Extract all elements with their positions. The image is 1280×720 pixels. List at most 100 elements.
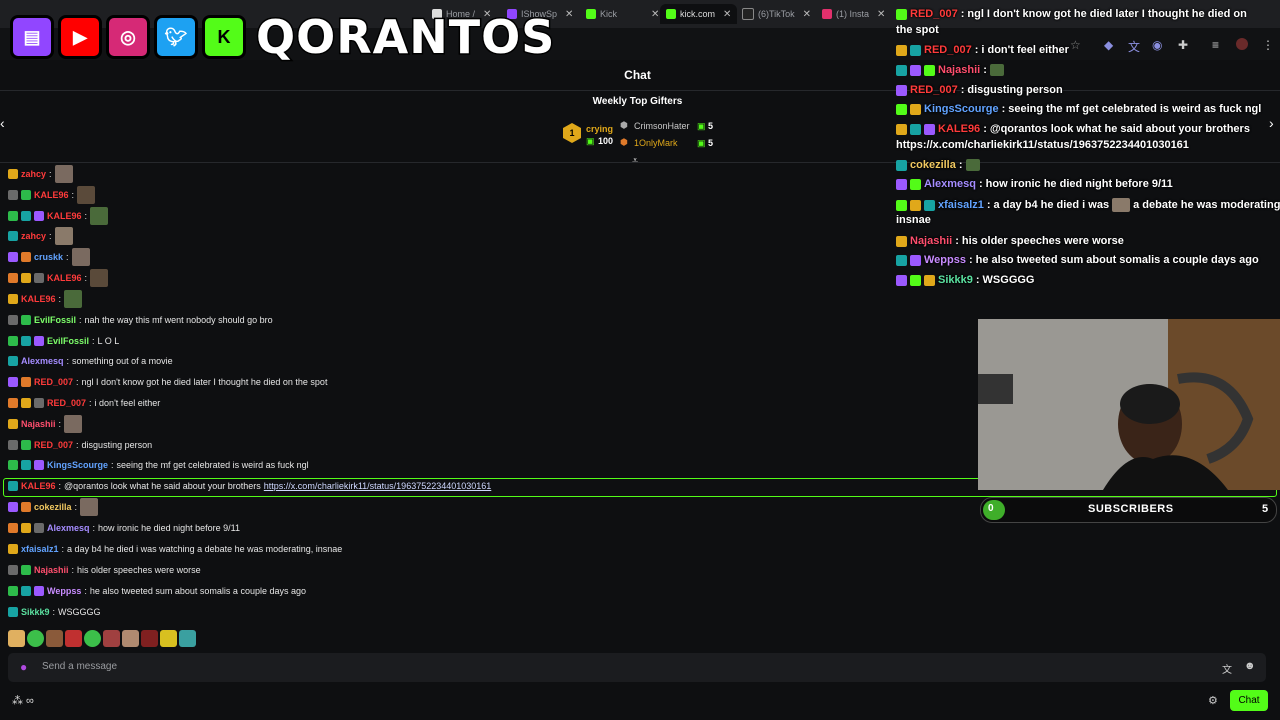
chat-username[interactable]: EvilFossil [47, 336, 89, 346]
chat-username[interactable]: KALE96 [47, 211, 82, 221]
chat-username[interactable]: Najashii [21, 419, 56, 429]
overlay-message-text: how ironic he died night before 9/11 [985, 178, 1173, 190]
separator: : [76, 440, 79, 450]
emote[interactable] [141, 630, 158, 647]
emote[interactable] [65, 630, 82, 647]
profile-avatar[interactable] [1236, 38, 1248, 50]
chat-send-button[interactable]: Chat [1230, 690, 1268, 711]
overlay-message-text: @qorantos look what he said about your b… [989, 123, 1250, 135]
user-badge-icon [34, 523, 44, 533]
close-icon[interactable]: ✕ [651, 9, 659, 20]
browser-tab[interactable]: (6)TikTok ✕ [742, 4, 811, 24]
user-badge-icon [910, 254, 921, 266]
user-badge-icon [924, 274, 935, 286]
chat-username[interactable]: Najashii [34, 565, 69, 575]
gifter-name[interactable]: CrimsonHater [634, 121, 690, 131]
separator: : [74, 502, 78, 512]
chat-message: RED_007: ngl I don't know got he died lat… [8, 375, 327, 389]
audio-icon[interactable]: ◉ [1152, 38, 1162, 52]
overlay-chat-message: Weppss: he also tweeted sum about somalis… [896, 254, 1259, 266]
browser-tab-active[interactable]: kick.com ✕ [660, 4, 738, 24]
community-icon[interactable]: ⁂ ∞ [12, 694, 34, 707]
user-badge-icon [924, 199, 935, 211]
chevron-left-icon[interactable]: ‹ [0, 115, 5, 131]
extension-icon[interactable]: ◆ [1104, 38, 1113, 52]
gifter-count: 5 [708, 138, 714, 148]
chat-username[interactable]: RED_007 [34, 377, 73, 387]
user-badge-icon [910, 103, 921, 115]
gifter-name[interactable]: 1OnlyMark [634, 138, 678, 148]
translate-icon[interactable]: 文 [1128, 38, 1140, 55]
user-badge-icon [896, 199, 907, 211]
chat-username[interactable]: Alexmesq [21, 356, 64, 366]
close-icon[interactable]: ✕ [877, 9, 885, 20]
chat-message: Weppss: he also tweeted sum about somalis… [8, 584, 306, 598]
emote[interactable] [160, 630, 177, 647]
gear-icon[interactable]: ⚙ [1208, 694, 1218, 707]
emote[interactable] [122, 630, 139, 647]
chat-message: Alexmesq: something out of a movie [8, 354, 173, 368]
chat-username[interactable]: cruskk [34, 252, 63, 262]
overlay-chat-message: Najashii: his older speeches were worse [896, 235, 1124, 247]
emote[interactable] [8, 630, 25, 647]
user-badge-icon [910, 178, 921, 190]
overlay-username: Alexmesq [924, 178, 976, 190]
menu-icon[interactable]: ≡ [1212, 38, 1219, 52]
close-icon[interactable]: ✕ [565, 9, 573, 20]
emote[interactable] [27, 630, 44, 647]
puzzle-icon[interactable]: ✚ [1178, 38, 1188, 52]
separator: : [58, 294, 62, 304]
brand-name: QORANTOS [254, 9, 556, 66]
top-gifter-name[interactable]: crying [586, 124, 613, 134]
browser-tab[interactable]: Kick ✕ [586, 4, 659, 24]
microphone-icon[interactable]: ● [20, 660, 27, 674]
separator: : [52, 607, 56, 617]
emote[interactable] [179, 630, 196, 647]
user-badge-icon [21, 523, 31, 533]
tiktok-icon [742, 8, 754, 20]
emote[interactable] [84, 630, 101, 647]
message-input-placeholder[interactable]: Send a message [42, 661, 117, 672]
overlay-username: RED_007 [910, 84, 958, 96]
chat-username[interactable]: EvilFossil [34, 315, 76, 325]
chat-username[interactable]: cokezilla [34, 502, 72, 512]
chevron-right-icon[interactable]: › [1269, 115, 1274, 131]
emoji-icon[interactable]: ☻ [1244, 660, 1256, 672]
overlay-chat-message: RED_007: i don't feel either [896, 44, 1069, 56]
user-badge-icon [896, 84, 907, 96]
chat-username[interactable]: Sikkk9 [21, 607, 50, 617]
separator: : [79, 315, 82, 325]
emote[interactable] [46, 630, 63, 647]
close-icon[interactable]: ✕ [803, 9, 811, 20]
more-icon[interactable]: ⋮ [1262, 38, 1274, 52]
browser-tab[interactable]: (1) Insta ✕ [822, 4, 885, 24]
translate-icon[interactable]: 文 [1222, 661, 1232, 676]
star-icon[interactable]: ☆ [1070, 38, 1081, 52]
chat-username[interactable]: KALE96 [47, 273, 82, 283]
chat-username[interactable]: Alexmesq [47, 523, 90, 533]
message-input-box[interactable]: ● Send a message 文 ☻ [8, 653, 1266, 682]
user-badge-icon [21, 502, 31, 512]
kick-icon: K [202, 15, 246, 59]
chat-message: KALE96: [8, 186, 96, 204]
chat-username[interactable]: zahcy [21, 169, 46, 179]
user-badge-icon [8, 440, 18, 450]
emote[interactable] [103, 630, 120, 647]
chat-username[interactable]: Weppss [47, 586, 81, 596]
chat-username[interactable]: RED_007 [34, 440, 73, 450]
user-badge-icon [8, 523, 18, 533]
overlay-chat-message: cokezilla: [896, 159, 980, 171]
chat-username[interactable]: KALE96 [21, 294, 56, 304]
close-icon[interactable]: ✕ [723, 9, 731, 20]
emote [54, 165, 73, 183]
chat-username[interactable]: xfaisalz1 [21, 544, 59, 554]
chat-username[interactable]: KingsScourge [47, 460, 108, 470]
chat-username[interactable]: KALE96 [34, 190, 69, 200]
chat-username[interactable]: RED_007 [47, 398, 86, 408]
user-badge-icon [896, 159, 907, 171]
gifter-rank-icon: ⬢ [620, 120, 628, 130]
chat-username[interactable]: zahcy [21, 231, 46, 241]
gifter-count: 5 [708, 121, 714, 131]
overlay-brand: ▤ ▶ ◎ 🐦︎ K QORANTOS [10, 8, 556, 66]
user-badge-icon [21, 252, 31, 262]
